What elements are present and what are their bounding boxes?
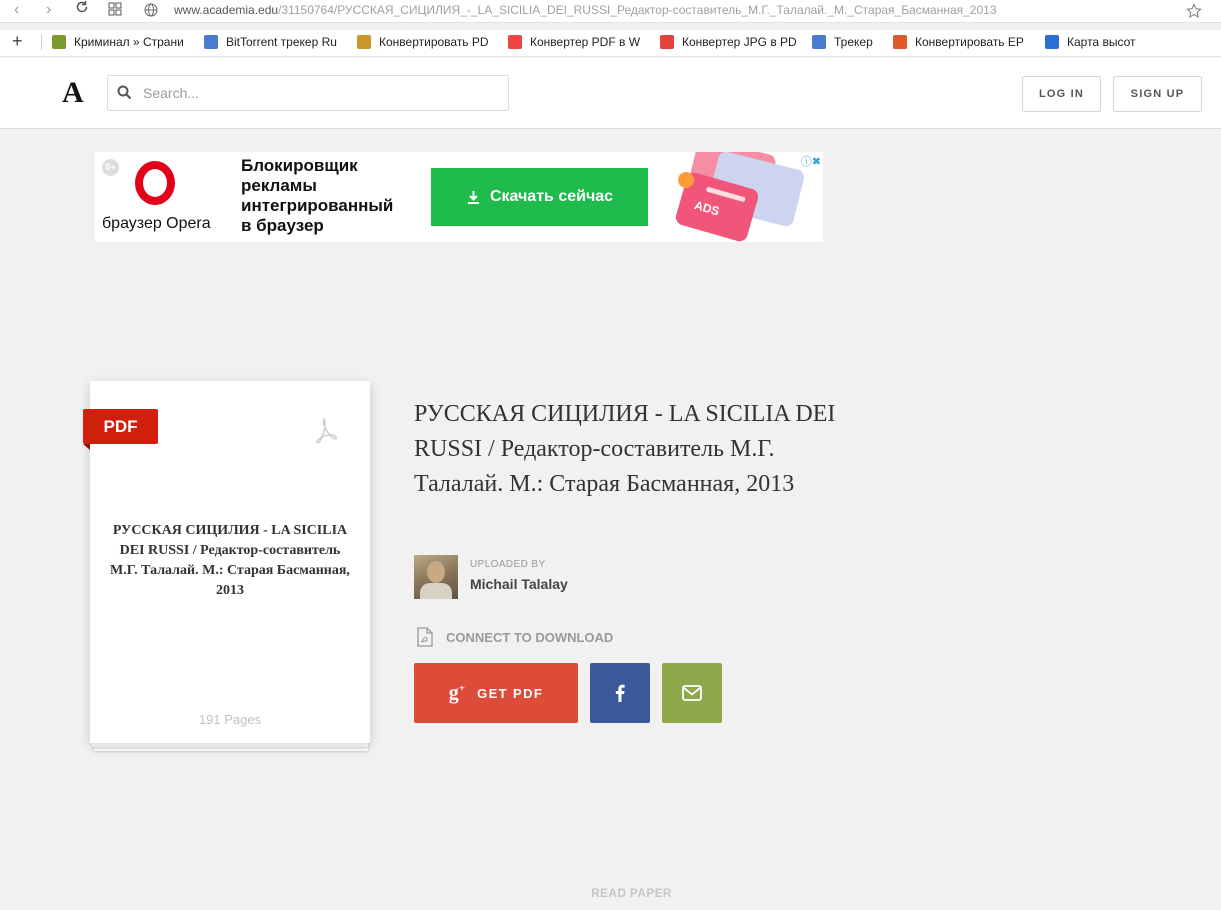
bookmark-label: Трекер bbox=[834, 35, 873, 49]
windows-icon bbox=[508, 35, 522, 49]
bookmark-star-icon[interactable] bbox=[1186, 3, 1202, 19]
facebook-button[interactable] bbox=[590, 663, 650, 723]
ad-info-close-icon[interactable]: ⓘ✖ bbox=[801, 153, 821, 169]
uploaded-by-label: UPLOADED BY bbox=[470, 559, 546, 570]
ribbon-fold bbox=[83, 444, 90, 450]
tracker-icon bbox=[204, 35, 218, 49]
search-input[interactable] bbox=[141, 84, 495, 102]
opera-logo-icon bbox=[135, 161, 175, 205]
apps-grid-icon[interactable] bbox=[108, 2, 122, 21]
tf-icon bbox=[52, 35, 66, 49]
academia-logo[interactable]: A bbox=[62, 76, 84, 110]
uploader-name-link[interactable]: Michail Talalay bbox=[470, 576, 568, 592]
site-header: A LOG IN SIGN UP bbox=[0, 58, 1221, 129]
bookmark-item[interactable]: Конвертер PDF в W bbox=[508, 35, 640, 49]
facebook-icon bbox=[615, 684, 625, 702]
read-paper-link[interactable]: READ PAPER bbox=[0, 886, 1221, 900]
opera-advertisement[interactable]: 0+ браузер Opera Блокировщик рекламы инт… bbox=[95, 152, 823, 242]
bookmark-item[interactable]: Трекер bbox=[812, 35, 873, 49]
google-plus-icon: g+ bbox=[448, 681, 466, 704]
pdf-icon bbox=[660, 35, 674, 49]
tracker-icon bbox=[812, 35, 826, 49]
login-button[interactable]: LOG IN bbox=[1022, 76, 1101, 112]
globe-icon bbox=[144, 3, 158, 17]
address-field[interactable]: www.academia.edu/31150764/РУССКАЯ_СИЦИЛИ… bbox=[174, 3, 997, 17]
document-title: РУССКАЯ СИЦИЛИЯ - LA SICILIA DEI RUSSI /… bbox=[414, 401, 836, 497]
bookmark-label: Конвертировать EP bbox=[915, 35, 1024, 49]
bookmark-label: BitTorrent трекер Ru bbox=[226, 35, 337, 49]
ad-brand: браузер Opera bbox=[102, 215, 211, 232]
refresh-icon bbox=[893, 35, 907, 49]
bookmark-item[interactable]: Карта высот bbox=[1045, 35, 1135, 49]
reload-icon[interactable] bbox=[75, 0, 89, 19]
pdf-ribbon: PDF bbox=[83, 409, 158, 444]
bookmark-label: Конвертер JPG в PD bbox=[682, 35, 797, 49]
bookmark-label: Карта высот bbox=[1067, 35, 1136, 49]
forward-icon[interactable]: › bbox=[46, 1, 51, 19]
get-pdf-google-button[interactable]: g+ GET PDF bbox=[414, 663, 578, 723]
add-bookmark-icon[interactable]: + bbox=[12, 31, 23, 52]
bookmark-label: Конвертер PDF в W bbox=[530, 35, 641, 49]
card-document-title: РУССКАЯ СИЦИЛИЯ - LA SICILIA DEI RUSSI /… bbox=[110, 523, 350, 598]
ad-download-button[interactable]: Скачать сейчас bbox=[431, 168, 648, 226]
email-button[interactable] bbox=[662, 663, 722, 723]
bookmark-item[interactable]: Конвертировать EP bbox=[893, 35, 1024, 49]
convert-icon bbox=[357, 35, 371, 49]
envelope-icon bbox=[682, 685, 702, 701]
browser-url-bar: ‹ › www.academia.edu/31150764/РУССКАЯ_СИ… bbox=[0, 0, 1221, 23]
download-icon bbox=[467, 190, 479, 204]
connect-to-download[interactable]: CONNECT TO DOWNLOAD bbox=[416, 627, 613, 647]
ad-illustration: ADS bbox=[675, 152, 805, 242]
acrobat-icon bbox=[316, 418, 337, 444]
age-rating-badge: 0+ bbox=[102, 159, 119, 176]
pdf-file-icon bbox=[417, 627, 433, 647]
g-icon bbox=[1045, 35, 1059, 49]
back-icon[interactable]: ‹ bbox=[14, 1, 19, 19]
page-count: 191 Pages bbox=[198, 712, 262, 727]
search-box[interactable] bbox=[107, 75, 509, 111]
bookmark-label: Криминал » Страни bbox=[74, 35, 184, 49]
bookmarks-divider bbox=[41, 34, 42, 50]
uploader-avatar[interactable] bbox=[414, 555, 458, 599]
bookmark-label: Конвертировать PD bbox=[379, 35, 489, 49]
bookmark-item[interactable]: BitTorrent трекер Ru bbox=[204, 35, 337, 49]
ad-headline: Блокировщик рекламы интегрированный в бр… bbox=[241, 156, 394, 235]
bookmark-item[interactable]: Конвертер JPG в PD bbox=[660, 35, 797, 49]
signup-button[interactable]: SIGN UP bbox=[1113, 76, 1202, 112]
bookmark-item[interactable]: Конвертировать PD bbox=[357, 35, 489, 49]
bookmark-item[interactable]: Криминал » Страни bbox=[52, 35, 184, 49]
search-icon bbox=[117, 85, 132, 100]
